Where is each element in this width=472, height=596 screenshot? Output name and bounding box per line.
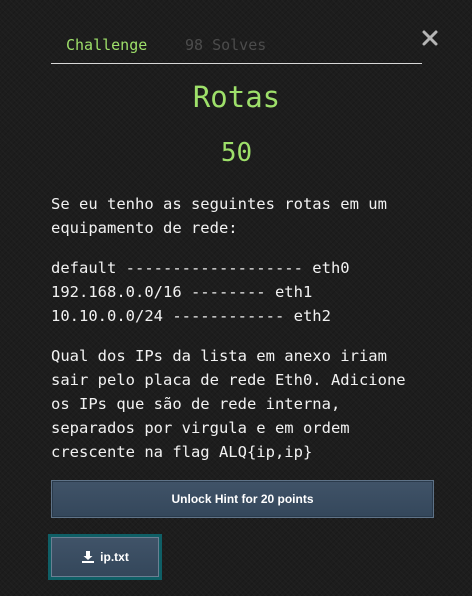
file-name: ip.txt — [100, 550, 129, 564]
tab-challenge[interactable]: Challenge — [66, 36, 147, 54]
description-intro: Se eu tenho as seguintes rotas em um equ… — [51, 195, 387, 237]
file-download-inner[interactable]: ip.txt — [51, 537, 159, 577]
close-icon[interactable] — [418, 26, 442, 50]
tab-solves[interactable]: 98 Solves — [185, 36, 266, 54]
challenge-points: 50 — [220, 138, 253, 168]
unlock-hint-label: Unlock Hint for 20 points — [171, 492, 314, 506]
challenge-title: Rotas — [192, 80, 281, 114]
tab-bar: Challenge 98 Solves — [51, 30, 422, 64]
challenge-description: Se eu tenho as seguintes rotas em um equ… — [51, 192, 422, 464]
description-question: Qual dos IPs da lista em anexo iriam sai… — [51, 347, 406, 461]
download-icon — [81, 550, 95, 564]
file-download-button[interactable]: ip.txt — [48, 534, 162, 580]
routes-list: default ------------------- eth0 192.168… — [51, 256, 422, 328]
route-line: default ------------------- eth0 — [51, 259, 350, 277]
route-line: 192.168.0.0/16 -------- eth1 — [51, 283, 313, 301]
unlock-hint-button[interactable]: Unlock Hint for 20 points — [51, 480, 434, 518]
route-line: 10.10.0.0/24 ------------ eth2 — [51, 307, 331, 325]
challenge-modal: Challenge 98 Solves Rotas 50 Se eu tenho… — [0, 0, 472, 596]
